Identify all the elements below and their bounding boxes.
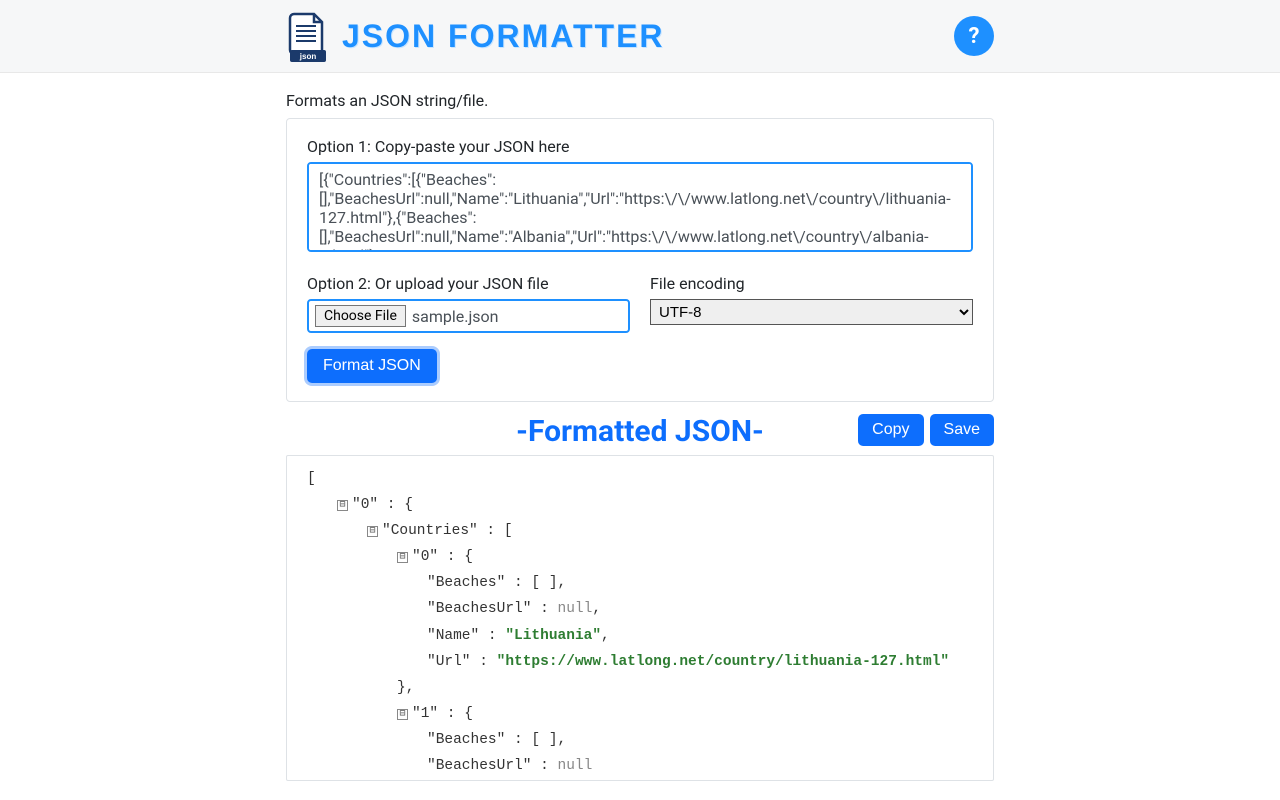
json-file-icon: json (286, 10, 330, 62)
encoding-select[interactable]: UTF-8 (650, 299, 973, 325)
filename-label: sample.json (412, 307, 499, 326)
header-inner: json JSON FORMATTER ? (286, 10, 994, 62)
encoding-label: File encoding (650, 274, 973, 293)
copy-button[interactable]: Copy (858, 414, 923, 446)
save-button[interactable]: Save (930, 414, 994, 446)
page-description: Formats an JSON string/file. (286, 91, 994, 110)
encoding-col: File encoding UTF-8 (650, 274, 973, 333)
collapse-toggle-icon[interactable]: ⊟ (367, 526, 378, 537)
output-line: }, (307, 675, 973, 701)
result-title: -Formatted JSON- (516, 414, 764, 449)
help-icon: ? (969, 24, 980, 49)
formatted-output[interactable]: [ ⊟"0" : { ⊟"Countries" : [ ⊟"0" : { "Be… (286, 455, 994, 781)
input-card: Option 1: Copy-paste your JSON here Opti… (286, 118, 994, 402)
output-line: "BeachesUrl" : null (307, 753, 973, 779)
option2-label: Option 2: Or upload your JSON file (307, 274, 630, 293)
output-line: "Name" : "Lithuania", (307, 623, 973, 649)
result-actions: Copy Save (858, 414, 994, 446)
choose-file-button[interactable]: Choose File (315, 305, 406, 327)
option2-row: Option 2: Or upload your JSON file Choos… (307, 274, 973, 333)
output-line: [ (307, 466, 973, 492)
result-header: -Formatted JSON- Copy Save (286, 414, 994, 449)
main-container: Formats an JSON string/file. Option 1: C… (286, 91, 994, 781)
output-line: ⊟"0" : { (307, 492, 973, 518)
output-line: ⊟"1" : { (307, 701, 973, 727)
collapse-toggle-icon[interactable]: ⊟ (397, 552, 408, 563)
json-textarea[interactable] (307, 162, 973, 252)
logo-group: json JSON FORMATTER (286, 10, 665, 62)
format-json-button[interactable]: Format JSON (307, 349, 437, 383)
upload-col: Option 2: Or upload your JSON file Choos… (307, 274, 630, 333)
output-line: "Url" : "https://www.latlong.net/country… (307, 649, 973, 675)
output-line: "Beaches" : [ ], (307, 570, 973, 596)
app-header: json JSON FORMATTER ? (0, 0, 1280, 73)
help-button[interactable]: ? (954, 16, 994, 56)
app-title: JSON FORMATTER (342, 18, 665, 55)
output-line: ⊟"0" : { (307, 544, 973, 570)
output-line: "Beaches" : [ ], (307, 727, 973, 753)
file-input-wrap[interactable]: Choose File sample.json (307, 299, 630, 333)
output-line: "BeachesUrl" : null, (307, 596, 973, 622)
svg-text:json: json (299, 52, 317, 61)
option1-label: Option 1: Copy-paste your JSON here (307, 137, 973, 156)
collapse-toggle-icon[interactable]: ⊟ (337, 500, 348, 511)
output-line: ⊟"Countries" : [ (307, 518, 973, 544)
collapse-toggle-icon[interactable]: ⊟ (397, 709, 408, 720)
